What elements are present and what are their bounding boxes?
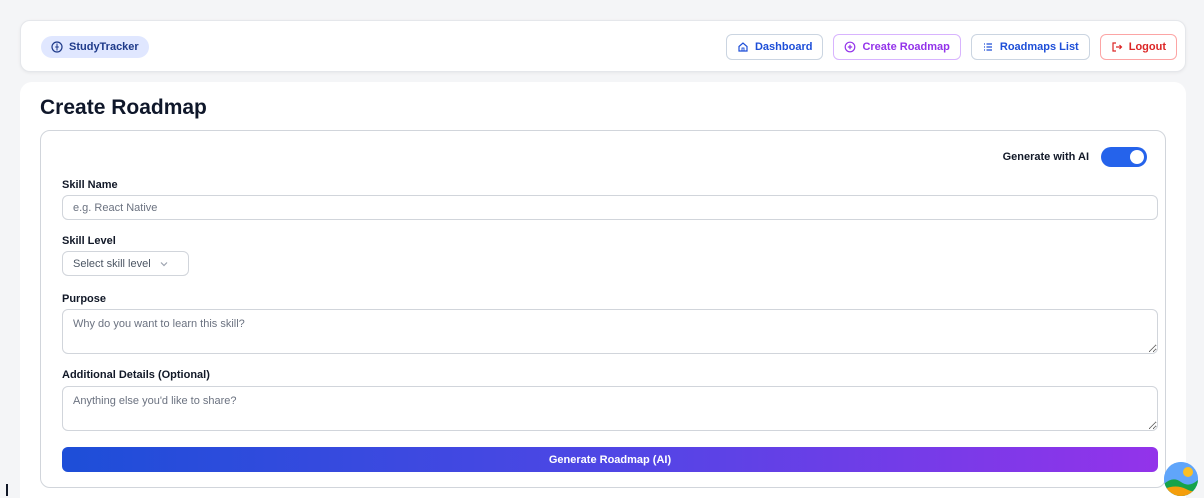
brand-badge[interactable]: StudyTracker	[41, 36, 149, 58]
purpose-label: Purpose	[62, 293, 107, 305]
create-roadmap-label: Create Roadmap	[862, 41, 950, 53]
window-edge-marker	[6, 484, 8, 496]
skill-level-placeholder: Select skill level	[73, 257, 151, 270]
dashboard-label: Dashboard	[754, 41, 813, 53]
top-navbar: StudyTracker Dashboard Create Roadmap Ro…	[20, 20, 1186, 72]
skill-level-select[interactable]: Select skill level	[62, 251, 189, 276]
logout-label: Logout	[1128, 41, 1166, 53]
assistant-avatar-icon[interactable]	[1164, 462, 1198, 496]
purpose-textarea[interactable]	[62, 309, 1158, 354]
skill-name-label: Skill Name	[62, 179, 118, 191]
plus-circle-icon	[845, 41, 856, 53]
ai-toggle-label: Generate with AI	[1002, 151, 1089, 163]
compass-icon	[51, 41, 63, 53]
chevron-down-icon	[160, 261, 168, 266]
nav-bar: Dashboard Create Roadmap Roadmaps List L…	[725, 34, 1177, 60]
additional-details-textarea[interactable]	[62, 386, 1158, 431]
main-content: Create Roadmap Generate with AI Skill Na…	[20, 82, 1186, 498]
roadmaps-list-label: Roadmaps List	[999, 41, 1079, 53]
ai-toggle-row: Generate with AI	[1003, 147, 1147, 167]
list-icon	[983, 43, 992, 51]
dashboard-button[interactable]: Dashboard	[725, 34, 824, 60]
landscape-icon	[1164, 462, 1198, 496]
logout-icon	[1112, 42, 1123, 52]
generate-roadmap-button[interactable]: Generate Roadmap (AI)	[62, 447, 1158, 472]
page-title: Create Roadmap	[40, 96, 207, 119]
home-icon	[738, 42, 748, 52]
brand-name: StudyTracker	[69, 41, 139, 53]
ai-toggle-switch[interactable]	[1101, 147, 1147, 167]
skill-level-label: Skill Level	[62, 235, 116, 247]
roadmap-form: Generate with AI Skill Name Skill Level …	[40, 130, 1166, 488]
roadmaps-list-button[interactable]: Roadmaps List	[970, 34, 1090, 60]
create-roadmap-button[interactable]: Create Roadmap	[833, 34, 961, 60]
toggle-knob	[1130, 150, 1144, 164]
additional-details-label: Additional Details (Optional)	[62, 369, 210, 381]
logout-button[interactable]: Logout	[1099, 34, 1177, 60]
skill-name-input[interactable]	[62, 195, 1158, 220]
